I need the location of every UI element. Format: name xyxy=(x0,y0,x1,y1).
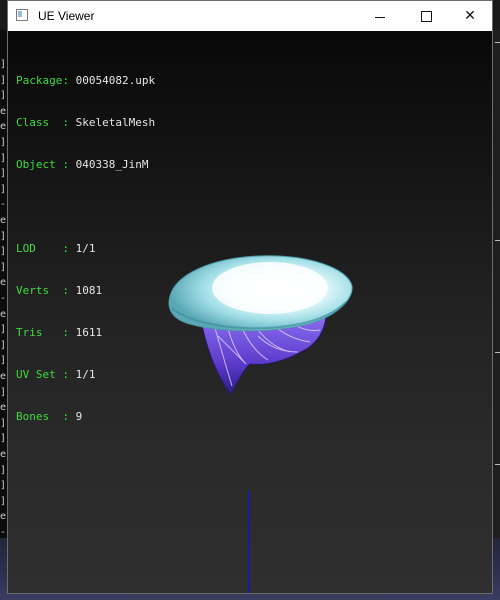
ue-viewer-window: UE Viewer ✕ Package: 00054082.upk Class … xyxy=(7,0,493,594)
console-glyph: ] xyxy=(0,152,7,164)
app-window-icon[interactable] xyxy=(16,9,28,21)
console-glyph: ] xyxy=(0,246,7,258)
info-label: LOD : xyxy=(16,242,69,255)
console-glyph: ] xyxy=(0,417,7,429)
console-glyph: e xyxy=(0,105,7,117)
mesh-info-overlay: Package: 00054082.upk Class : SkeletalMe… xyxy=(16,46,155,452)
info-value: 9 xyxy=(75,410,83,423)
console-glyph: ] xyxy=(0,59,7,70)
console-glyph: e xyxy=(0,277,7,289)
console-glyph: ] xyxy=(0,495,7,507)
console-glyph: e xyxy=(0,511,7,523)
info-row-object: Object : 040338_JinM xyxy=(16,158,155,172)
info-row-package: Package: 00054082.upk xyxy=(16,74,155,88)
info-label: Tris : xyxy=(16,326,69,339)
console-glyph: e xyxy=(0,371,7,382)
console-glyph: ] xyxy=(0,324,7,336)
console-glyph: ] xyxy=(0,480,7,492)
info-row-verts: Verts : 1081 xyxy=(16,284,155,298)
info-value: 1611 xyxy=(75,326,103,339)
console-glyph: e xyxy=(0,449,7,460)
info-row-uvset: UV Set : 1/1 xyxy=(16,368,155,382)
console-glyph: ] xyxy=(0,464,7,476)
info-row-lod: LOD : 1/1 xyxy=(16,242,155,256)
console-glyph: ] xyxy=(0,355,7,367)
info-value: 1081 xyxy=(75,284,103,297)
info-value: SkeletalMesh xyxy=(75,116,156,129)
console-glyph: ] xyxy=(0,168,7,180)
info-row-tris: Tris : 1611 xyxy=(16,326,155,340)
z-axis-line xyxy=(248,491,250,593)
title-bar[interactable]: UE Viewer ✕ xyxy=(8,1,492,31)
minimize-icon xyxy=(375,16,385,18)
info-value: 040338_JinM xyxy=(75,158,149,171)
maximize-button[interactable] xyxy=(403,1,449,31)
console-glyph: e xyxy=(0,308,7,320)
info-label: Class : xyxy=(16,116,69,129)
console-glyph: ] xyxy=(0,339,7,351)
console-glyph: - xyxy=(0,293,7,304)
background-window-strip xyxy=(492,30,500,600)
console-glyph: e xyxy=(0,402,7,414)
skeletal-mesh-render xyxy=(168,255,353,395)
maximize-icon xyxy=(420,10,432,22)
info-label: Bones : xyxy=(16,410,69,423)
console-glyph: ] xyxy=(0,90,7,102)
info-row-bones: Bones : 9 xyxy=(16,410,155,424)
info-label: UV Set : xyxy=(16,368,69,381)
info-label: Object : xyxy=(16,158,69,171)
console-glyph: e xyxy=(0,215,7,226)
info-label: Package: xyxy=(16,74,69,87)
3d-viewport[interactable]: Package: 00054082.upk Class : SkeletalMe… xyxy=(8,31,492,593)
window-title: UE Viewer xyxy=(38,9,95,23)
info-value: 1/1 xyxy=(75,368,96,381)
console-glyph: ] xyxy=(0,74,7,86)
info-row-class: Class : SkeletalMesh xyxy=(16,116,155,130)
console-glyph: ] xyxy=(0,386,7,398)
console-glyph: - xyxy=(0,527,7,538)
console-glyph: ] xyxy=(0,433,7,445)
console-glyph: ] xyxy=(0,261,7,273)
console-glyph: ] xyxy=(0,230,7,242)
console-glyph: ] xyxy=(0,183,7,195)
info-value: 1/1 xyxy=(75,242,96,255)
console-glyph: - xyxy=(0,199,7,211)
close-icon: ✕ xyxy=(464,8,476,24)
close-button[interactable]: ✕ xyxy=(447,1,493,31)
minimize-button[interactable] xyxy=(357,1,403,31)
console-glyph: e xyxy=(0,121,7,133)
info-label: Verts : xyxy=(16,284,69,297)
console-glyph: ] xyxy=(0,137,7,148)
info-value: 00054082.upk xyxy=(75,74,156,87)
